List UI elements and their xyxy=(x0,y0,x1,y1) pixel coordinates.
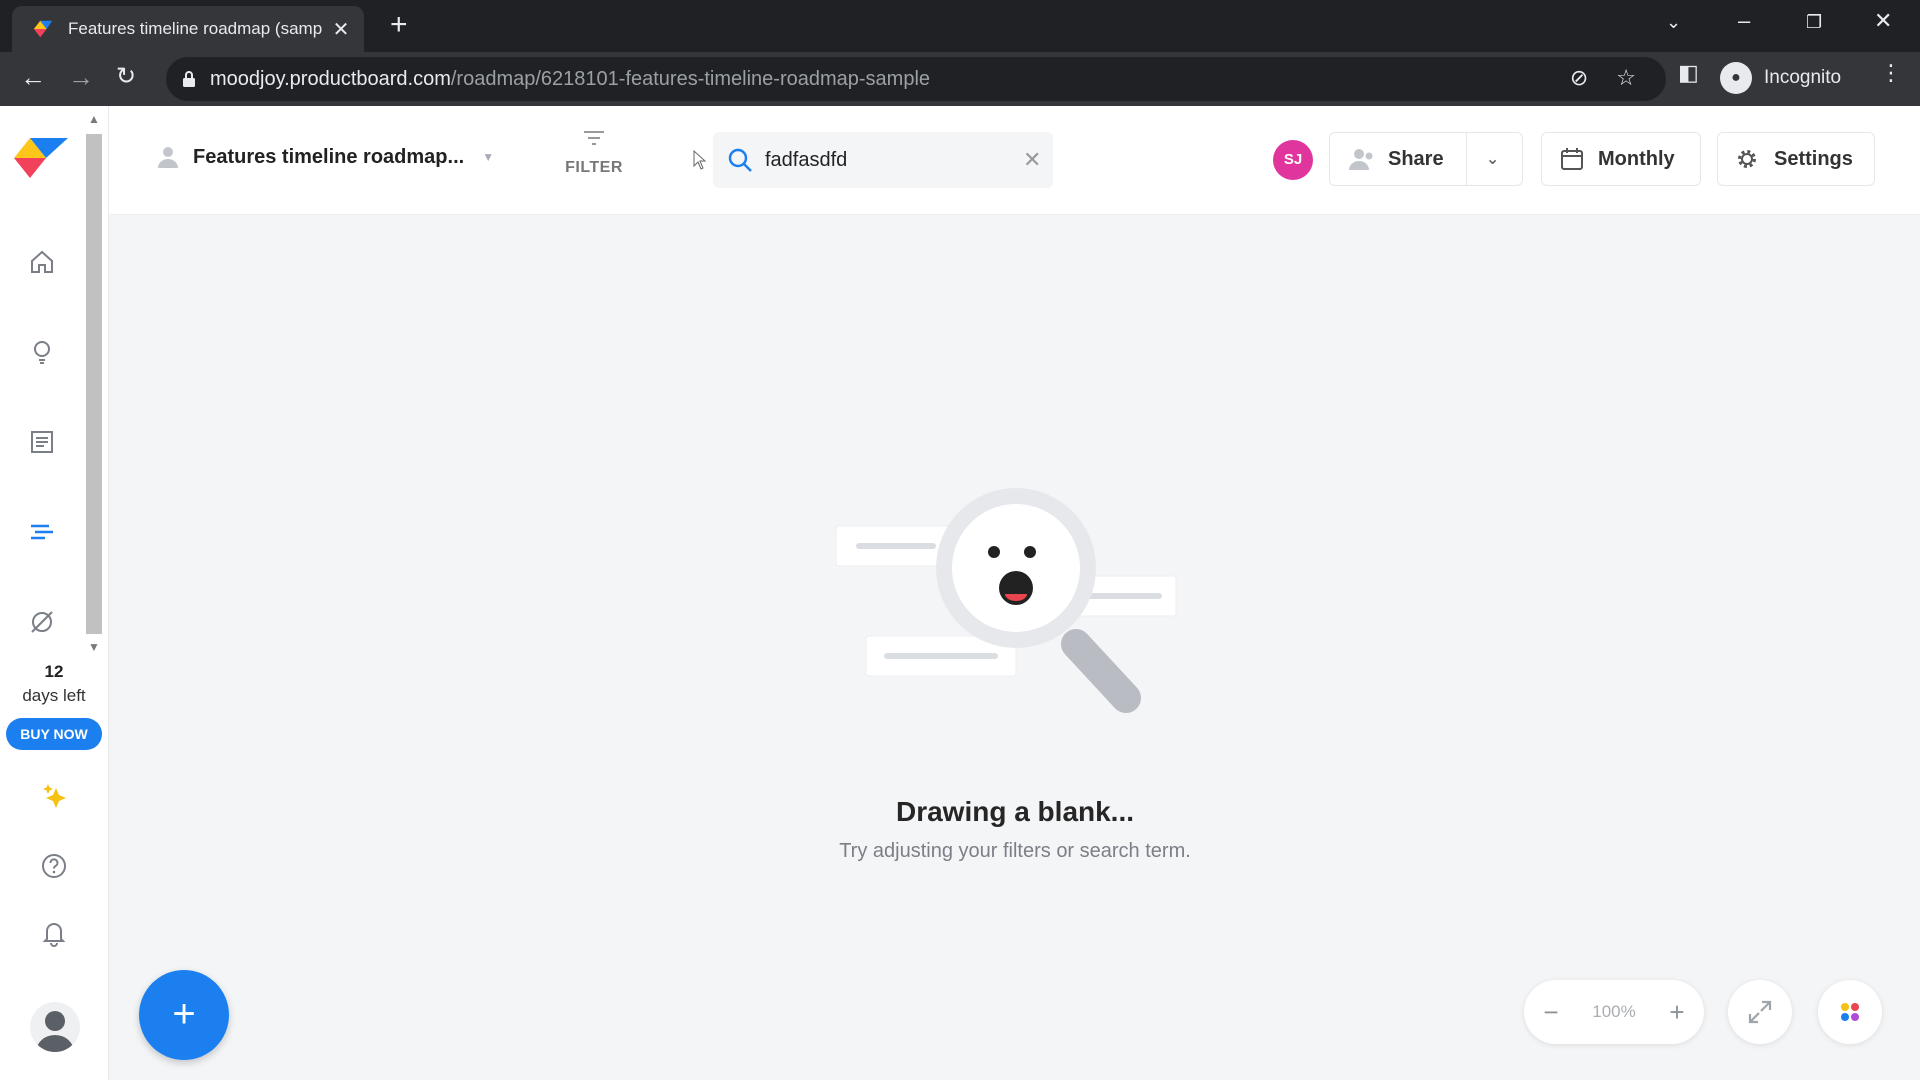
zoom-out-icon[interactable]: − xyxy=(1524,997,1578,1028)
productboard-logo-icon[interactable] xyxy=(14,136,70,180)
trial-days-label: days left xyxy=(22,686,86,705)
scroll-down-icon[interactable]: ▼ xyxy=(88,640,100,654)
calendar-icon xyxy=(1561,148,1583,170)
apps-button[interactable] xyxy=(1818,980,1882,1044)
incognito-label: Incognito xyxy=(1764,67,1842,88)
share-people-icon xyxy=(1349,149,1373,170)
settings-button[interactable]: Settings xyxy=(1717,132,1875,186)
timeframe-button[interactable]: Monthly xyxy=(1541,132,1701,186)
mouse-cursor-icon xyxy=(693,150,707,170)
scrollbar-thumb[interactable] xyxy=(86,134,102,634)
features-icon[interactable] xyxy=(26,426,58,458)
browser-menu-icon[interactable]: ⋮ xyxy=(1880,60,1902,86)
roadmap-header: Features timeline roadmap... ▼ FILTER ✕ … xyxy=(109,106,1920,215)
share-dropdown-chevron-icon[interactable]: ⌄ xyxy=(1467,149,1519,169)
zoom-in-icon[interactable]: + xyxy=(1650,997,1704,1028)
apps-grid-icon xyxy=(1841,1003,1859,1021)
incognito-icon: ● xyxy=(1720,62,1752,94)
url-host: moodjoy.productboard.com xyxy=(210,67,451,90)
tab-title: Features timeline roadmap (samp xyxy=(68,19,323,38)
search-input[interactable] xyxy=(763,147,1017,173)
user-silhouette-icon xyxy=(36,1011,74,1052)
side-panel-icon[interactable]: ◧ xyxy=(1678,60,1699,86)
filter-icon xyxy=(584,131,604,145)
no-results-illustration xyxy=(835,488,1177,713)
buy-now-button[interactable]: BUY NOW xyxy=(6,718,102,750)
plus-icon: + xyxy=(172,992,196,1036)
home-icon[interactable] xyxy=(26,246,58,278)
productboard-favicon-icon xyxy=(33,20,53,38)
reload-icon[interactable]: ↻ xyxy=(116,62,136,91)
empty-state-title: Drawing a blank... xyxy=(895,796,1135,827)
scroll-up-icon[interactable]: ▲ xyxy=(88,112,100,126)
tab-search-icon[interactable]: ⌄ xyxy=(1666,12,1681,33)
filter-button[interactable]: FILTER xyxy=(559,128,629,177)
timeframe-label: Monthly xyxy=(1598,147,1675,170)
zoom-control: − 100% + xyxy=(1524,980,1704,1044)
expand-icon xyxy=(1748,1000,1772,1024)
portal-icon[interactable] xyxy=(26,606,58,638)
search-box[interactable]: ✕ xyxy=(713,132,1053,188)
bookmark-star-icon[interactable]: ☆ xyxy=(1616,65,1636,91)
insights-icon[interactable] xyxy=(26,336,58,368)
lock-icon xyxy=(183,71,195,87)
eye-off-icon[interactable]: ⊘ xyxy=(1570,65,1588,91)
user-avatar-initials[interactable]: SJ xyxy=(1273,140,1313,180)
user-avatar[interactable] xyxy=(30,1002,80,1052)
gear-icon xyxy=(1738,150,1756,168)
app-sidebar: ▲ ▼ 12 days left BUY NOW xyxy=(0,106,109,1080)
shared-roadmap-icon xyxy=(158,147,178,168)
forward-icon[interactable]: → xyxy=(68,62,94,93)
browser-tabstrip: Features timeline roadmap (samp ✕ + ⌄ – … xyxy=(0,0,1920,52)
chevron-down-icon: ▼ xyxy=(482,150,495,164)
clear-search-icon[interactable]: ✕ xyxy=(1023,147,1041,173)
empty-state-subtitle: Try adjusting your filters or search ter… xyxy=(839,840,1191,862)
address-bar[interactable]: moodjoy.productboard.com/roadmap/6218101… xyxy=(166,57,1666,101)
roadmap-selector[interactable]: Features timeline roadmap... ▼ xyxy=(155,144,494,170)
roadmap-title: Features timeline roadmap... xyxy=(193,145,465,168)
bell-icon[interactable] xyxy=(40,918,68,948)
browser-toolbar: ← → ↻ moodjoy.productboard.com/roadmap/6… xyxy=(0,52,1920,106)
new-tab-icon[interactable]: + xyxy=(390,10,408,40)
fullscreen-button[interactable] xyxy=(1728,980,1792,1044)
search-icon xyxy=(728,148,752,172)
roadmap-icon[interactable] xyxy=(26,516,58,548)
back-icon[interactable]: ← xyxy=(20,62,46,93)
trial-days-count: 12 xyxy=(44,662,64,681)
browser-tab[interactable]: Features timeline roadmap (samp ✕ xyxy=(12,6,364,52)
url-path: /roadmap/6218101-features-timeline-roadm… xyxy=(450,67,931,90)
minimize-icon[interactable]: – xyxy=(1738,8,1750,34)
zoom-level: 100% xyxy=(1592,1002,1636,1021)
filter-label: FILTER xyxy=(565,159,623,176)
close-window-icon[interactable]: ✕ xyxy=(1874,8,1892,34)
restore-icon[interactable]: ❐ xyxy=(1806,12,1822,33)
share-label: Share xyxy=(1388,147,1444,170)
incognito-indicator[interactable]: ● Incognito xyxy=(1720,58,1841,98)
settings-label: Settings xyxy=(1774,147,1853,170)
close-tab-icon[interactable]: ✕ xyxy=(326,17,356,42)
share-button[interactable]: Share ⌄ xyxy=(1329,132,1523,186)
add-item-button[interactable]: + xyxy=(139,970,229,1060)
